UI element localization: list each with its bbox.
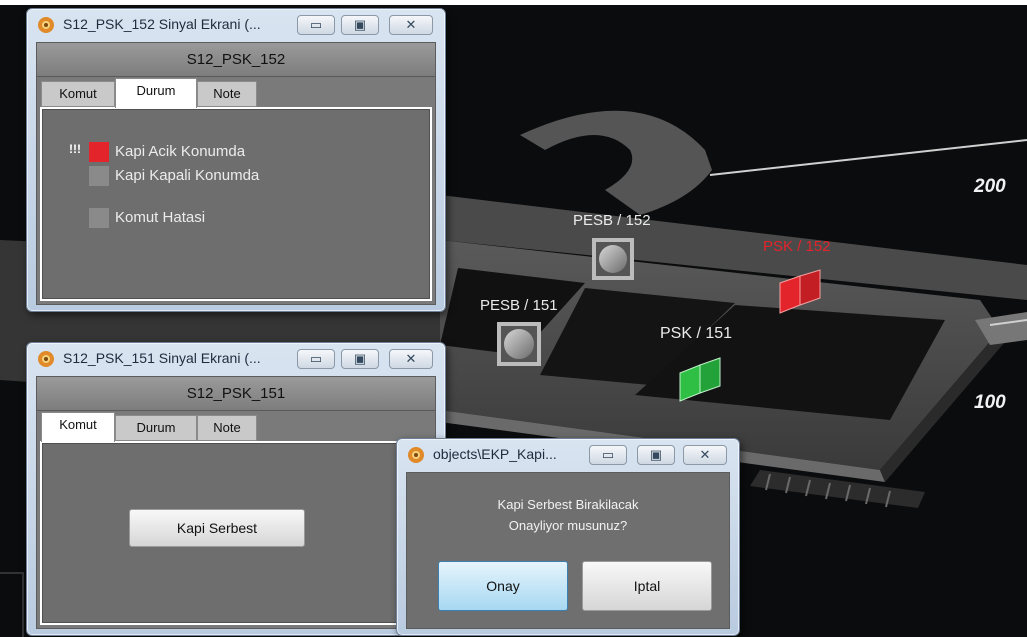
tab-note[interactable]: Note [197, 81, 257, 107]
confirm-button[interactable]: Onay [438, 561, 568, 611]
window-content: S12_PSK_151 Komut Durum Note Kapi Serbes… [36, 376, 436, 629]
title-bar[interactable]: S12_PSK_152 Sinyal Ekrani (... ▭ ▣ ✕ [27, 9, 445, 39]
title-bar[interactable]: S12_PSK_151 Sinyal Ekrani (... ▭ ▣ ✕ [27, 343, 445, 373]
status-panel: !!! Kapi Acik Konumda Kapi Kapali Konumd… [40, 107, 432, 301]
pesb-151-label: PESB / 151 [480, 297, 558, 314]
release-door-button[interactable]: Kapi Serbest [129, 509, 305, 547]
command-panel: Kapi Serbest [40, 441, 432, 625]
minimize-button[interactable]: ▭ [589, 445, 627, 465]
confirm-dialog: objects\EKP_Kapi... ▭ ▣ ✕ Kapi Serbest B… [396, 438, 740, 636]
dialog-content: Kapi Serbest Birakilacak Onayliyor musun… [406, 472, 730, 629]
status-lamp [89, 166, 109, 186]
psk-151-label: PSK / 151 [660, 325, 733, 342]
title-bar[interactable]: objects\EKP_Kapi... ▭ ▣ ✕ [397, 439, 739, 469]
status-lamp [89, 208, 109, 228]
cancel-button[interactable]: Iptal [582, 561, 712, 611]
tab-komut[interactable]: Komut [41, 412, 115, 442]
km-marker-100: 100 [974, 392, 1006, 413]
app-gear-icon [38, 351, 54, 367]
signal-window-152: S12_PSK_152 Sinyal Ekrani (... ▭ ▣ ✕ S12… [26, 8, 446, 312]
window-title: S12_PSK_151 Sinyal Ekrani (... [63, 350, 261, 366]
maximize-button[interactable]: ▣ [637, 445, 675, 465]
device-header: S12_PSK_152 [37, 43, 435, 77]
indicator-door-closed: Kapi Kapali Konumda [69, 166, 369, 188]
status-lamp [89, 142, 109, 162]
device-header: S12_PSK_151 [37, 377, 435, 411]
tab-durum[interactable]: Durum [115, 78, 197, 108]
window-content: S12_PSK_152 Komut Durum Note !!! Kapi Ac… [36, 42, 436, 305]
signal-window-151: S12_PSK_151 Sinyal Ekrani (... ▭ ▣ ✕ S12… [26, 342, 446, 636]
minimize-button[interactable]: ▭ [297, 349, 335, 369]
pesb-152-label: PESB / 152 [573, 212, 651, 229]
indicator-label: Kapi Acik Konumda [115, 143, 246, 160]
app-gear-icon [408, 447, 424, 463]
window-title: S12_PSK_152 Sinyal Ekrani (... [63, 16, 261, 32]
close-button[interactable]: ✕ [389, 349, 433, 369]
alert-mark: !!! [69, 142, 81, 156]
indicator-label: Kapi Kapali Konumda [115, 167, 260, 184]
app-gear-icon [38, 17, 54, 33]
tab-komut[interactable]: Komut [41, 81, 115, 107]
indicator-door-open: !!! Kapi Acik Konumda [69, 142, 369, 164]
indicator-label: Komut Hatasi [115, 209, 206, 226]
psk-152-label: PSK / 152 [763, 238, 831, 255]
maximize-button[interactable]: ▣ [341, 15, 379, 35]
maximize-button[interactable]: ▣ [341, 349, 379, 369]
pesb-151-button[interactable] [497, 322, 541, 366]
dialog-message-line1: Kapi Serbest Birakilacak [497, 497, 639, 512]
tab-durum[interactable]: Durum [115, 415, 197, 441]
close-button[interactable]: ✕ [389, 15, 433, 35]
minimize-button[interactable]: ▭ [297, 15, 335, 35]
pesb-152-button[interactable] [592, 238, 634, 280]
tab-note[interactable]: Note [197, 415, 257, 441]
dialog-message-line2: Onayliyor musunuz? [508, 518, 628, 533]
km-marker-200: 200 [974, 176, 1006, 197]
dialog-title: objects\EKP_Kapi... [433, 446, 557, 462]
indicator-command-error: Komut Hatasi [69, 208, 369, 230]
close-button[interactable]: ✕ [683, 445, 727, 465]
